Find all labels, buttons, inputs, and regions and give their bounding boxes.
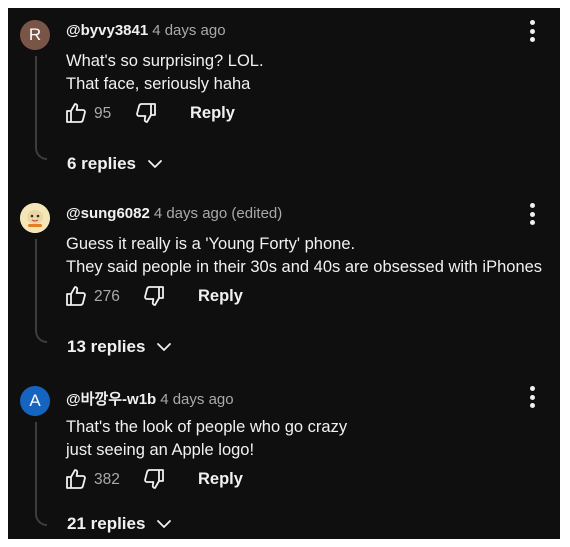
- thumb-up-icon[interactable]: [64, 101, 88, 125]
- chevron-down-icon: [157, 520, 172, 528]
- thumb-down-icon[interactable]: [134, 101, 158, 125]
- thumb-down-icon[interactable]: [142, 284, 166, 308]
- comment-header: @byvy3841 4 days ago: [66, 22, 226, 39]
- author-name[interactable]: @바깡우-w1b: [66, 391, 156, 408]
- author-name[interactable]: @byvy3841: [66, 22, 148, 39]
- like-count: 95: [94, 105, 112, 122]
- comment-timestamp[interactable]: 4 days ago: [160, 391, 233, 408]
- thumb-up-icon[interactable]: [64, 284, 88, 308]
- chevron-down-icon: [148, 160, 162, 168]
- comments-panel: R @byvy3841 4 days ago What's so surprisi…: [8, 8, 560, 539]
- thumb-up-icon[interactable]: [64, 467, 88, 491]
- avatar-letter: R: [28, 25, 42, 44]
- thread-connector-line: [35, 56, 47, 160]
- comment-text: Guess it really is a 'Young Forty' phone…: [66, 233, 542, 279]
- comment-line: What's so surprising? LOL.: [66, 52, 264, 70]
- more-options-icon[interactable]: [524, 386, 540, 412]
- avatar[interactable]: R: [20, 20, 50, 50]
- comment-header: @바깡우-w1b 4 days ago: [66, 388, 234, 409]
- replies-count-label: 13 replies: [67, 337, 146, 356]
- like-count: 382: [94, 471, 120, 488]
- chevron-down-icon: [157, 343, 172, 351]
- comment-text: That's the look of people who go crazy j…: [66, 416, 347, 462]
- view-replies-button[interactable]: 13 replies: [67, 337, 173, 357]
- reply-button[interactable]: Reply: [190, 104, 235, 123]
- cartoon-character-avatar-icon: [20, 203, 50, 233]
- view-replies-button[interactable]: 6 replies: [67, 154, 164, 174]
- comment-timestamp[interactable]: 4 days ago: [152, 22, 225, 39]
- view-replies-button[interactable]: 21 replies: [67, 514, 173, 534]
- replies-count-label: 6 replies: [67, 154, 136, 173]
- more-options-icon[interactable]: [524, 203, 540, 229]
- comment-timestamp[interactable]: 4 days ago (edited): [154, 205, 282, 222]
- comment-actions: 276 Reply: [64, 284, 364, 310]
- comment-line: They said people in their 30s and 40s ar…: [66, 258, 543, 276]
- thread-connector-line: [35, 239, 47, 343]
- thumb-down-icon[interactable]: [142, 467, 166, 491]
- comment-line: Guess it really is a 'Young Forty' phone…: [66, 235, 356, 253]
- replies-count-label: 21 replies: [67, 514, 146, 533]
- comment-actions: 382 Reply: [64, 467, 364, 493]
- like-count: 276: [94, 288, 120, 305]
- comment-line: That's the look of people who go crazy: [66, 418, 348, 436]
- thread-connector-line: [35, 422, 47, 526]
- comment-line: just seeing an Apple logo!: [66, 441, 255, 459]
- reply-button[interactable]: Reply: [198, 287, 243, 306]
- avatar[interactable]: [20, 203, 50, 233]
- more-options-icon[interactable]: [524, 20, 540, 46]
- reply-button[interactable]: Reply: [198, 470, 243, 489]
- avatar[interactable]: A: [20, 386, 50, 416]
- comment-line: That face, seriously haha: [66, 75, 251, 93]
- comment-header: @sung6082 4 days ago (edited): [66, 205, 282, 222]
- comment-actions: 95 Reply: [64, 101, 364, 127]
- comment-text: What's so surprising? LOL. That face, se…: [66, 50, 264, 96]
- avatar-letter: A: [29, 391, 41, 410]
- author-name[interactable]: @sung6082: [66, 205, 150, 222]
